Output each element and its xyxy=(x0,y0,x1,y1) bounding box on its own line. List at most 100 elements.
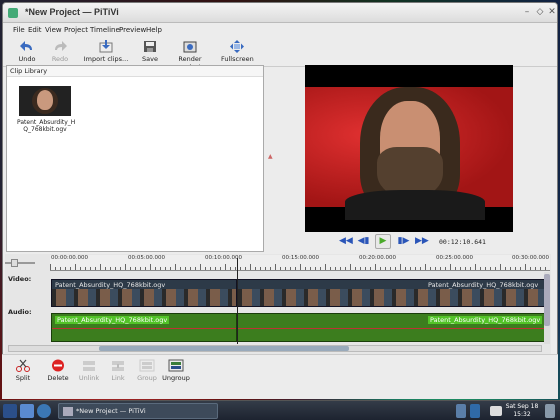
ruler-minor-tick xyxy=(295,267,296,270)
taskbar: *New Project — PiTiVi Sat Sep 18 15:32 xyxy=(0,400,560,420)
unlink-icon xyxy=(81,359,97,372)
ruler-minor-tick xyxy=(85,267,86,270)
delete-icon xyxy=(50,359,66,372)
unlink-label: Unlink xyxy=(78,374,100,382)
ruler-minor-tick xyxy=(520,267,521,270)
playhead[interactable] xyxy=(237,258,238,344)
library-clip[interactable]: Patent_Absurdity_H Q_768kbit.ogv xyxy=(17,86,76,133)
ruler-minor-tick xyxy=(110,267,111,270)
ruler-minor-tick xyxy=(245,267,246,270)
undo-label: Undo xyxy=(18,55,36,63)
audio-clip[interactable]: Patent_Absurdity_HQ_768kbit.ogv xyxy=(237,313,547,342)
ruler-tick-label: 00:25:00.000 xyxy=(436,255,473,261)
ruler-minor-tick xyxy=(445,267,446,270)
step-back-icon[interactable]: ◀▮ xyxy=(357,235,370,248)
taskbar-window-button[interactable]: *New Project — PiTiVi xyxy=(58,403,218,419)
menu-bar: File Edit View Project Timeline Preview … xyxy=(3,24,557,37)
ruler-minor-tick xyxy=(50,264,51,270)
ruler-minor-tick xyxy=(230,267,231,270)
fast-forward-icon[interactable]: ▶▶ xyxy=(415,235,429,248)
ruler-minor-tick xyxy=(385,267,386,270)
ruler-minor-tick xyxy=(400,264,401,270)
menu-project[interactable]: Project xyxy=(64,26,88,34)
fullscreen-button[interactable]: Fullscreen xyxy=(221,40,254,63)
video-clip[interactable]: Patent_Absurdity_HQ_768kbit.ogv xyxy=(237,279,547,307)
import-clips-label: Import clips... xyxy=(83,55,129,63)
fullscreen-icon xyxy=(229,40,245,53)
clip-name: Patent_Absurdity_H Q_768kbit.ogv xyxy=(17,119,76,133)
audio-clip[interactable]: Patent_Absurdity_HQ_768kbit.ogv xyxy=(51,313,237,342)
ruler-minor-tick xyxy=(75,264,76,270)
menu-preview[interactable]: Preview xyxy=(119,26,146,34)
ruler-minor-tick xyxy=(495,267,496,270)
panel-toolbox-icon[interactable] xyxy=(545,404,555,418)
ruler-minor-tick xyxy=(380,267,381,270)
close-icon[interactable]: ✕ xyxy=(546,6,557,18)
play-icon[interactable]: ▶ xyxy=(375,234,391,249)
zoom-slider-knob[interactable] xyxy=(11,259,18,267)
track-labels: Video: Audio: xyxy=(5,272,50,342)
split-button[interactable]: Split xyxy=(12,359,34,382)
render-icon xyxy=(182,40,198,53)
ruler-minor-tick xyxy=(225,264,226,270)
taskbar-window-label: *New Project — PiTiVi xyxy=(76,407,146,415)
timeline-vertical-scrollbar[interactable] xyxy=(544,272,550,344)
ruler-minor-tick xyxy=(455,267,456,270)
ruler-minor-tick xyxy=(395,267,396,270)
audio-clip-label: Patent_Absurdity_HQ_768kbit.ogv xyxy=(428,316,543,324)
group-icon xyxy=(139,359,155,372)
maximize-icon[interactable]: ◇ xyxy=(534,6,546,18)
import-clips-button[interactable]: Import clips... xyxy=(83,40,129,63)
ruler-minor-tick xyxy=(210,267,211,270)
clip-library-panel: Clip Library Patent_Absurdity_H Q_768kbi… xyxy=(6,65,264,252)
ruler-minor-tick xyxy=(70,267,71,270)
menu-timeline[interactable]: Timeline xyxy=(90,26,120,34)
video-clip-label: Patent_Absurdity_HQ_768kbit.ogv xyxy=(428,281,539,289)
ruler-minor-tick xyxy=(305,267,306,270)
kde-menu-icon[interactable] xyxy=(3,404,17,418)
network-icon[interactable] xyxy=(456,404,466,418)
pane-divider-handle[interactable]: ▲ xyxy=(268,153,273,160)
clip-thumbnail xyxy=(19,86,71,116)
rewind-icon[interactable]: ◀◀ xyxy=(339,235,353,248)
ruler-minor-tick xyxy=(95,267,96,270)
redo-button[interactable]: Redo xyxy=(45,40,75,63)
ruler-minor-tick xyxy=(340,267,341,270)
timeline-horizontal-scrollbar[interactable] xyxy=(8,345,542,352)
ruler-minor-tick xyxy=(115,267,116,270)
ungroup-button[interactable]: Ungroup xyxy=(162,359,190,382)
menu-view[interactable]: View xyxy=(45,26,62,34)
unlink-button[interactable]: Unlink xyxy=(76,359,102,382)
undo-icon xyxy=(19,40,35,53)
group-button[interactable]: Group xyxy=(134,359,160,382)
link-button[interactable]: Link xyxy=(106,359,130,382)
clock[interactable]: Sat Sep 18 15:32 xyxy=(502,403,542,419)
video-clip[interactable]: Patent_Absurdity_HQ_768kbit.ogv xyxy=(51,279,237,307)
audio-track-label: Audio: xyxy=(8,308,32,316)
ruler-minor-tick xyxy=(240,267,241,270)
ruler-minor-tick xyxy=(255,267,256,270)
save-button[interactable]: Save xyxy=(137,40,163,63)
zoom-slider[interactable] xyxy=(5,259,35,267)
menu-file[interactable]: File xyxy=(13,26,25,34)
ruler-minor-tick xyxy=(540,267,541,270)
ruler-tick-label: 00:05:00.000 xyxy=(128,255,165,261)
ruler-minor-tick xyxy=(205,267,206,270)
ruler-minor-tick xyxy=(515,267,516,270)
minimize-icon[interactable]: – xyxy=(521,6,533,18)
step-forward-icon[interactable]: ▮▶ xyxy=(397,235,410,248)
home-folder-icon[interactable] xyxy=(20,404,34,418)
menu-edit[interactable]: Edit xyxy=(28,26,42,34)
window-icon xyxy=(63,407,73,416)
ruler-tick-label: 00:15:00.000 xyxy=(282,255,319,261)
browser-icon[interactable] xyxy=(37,404,51,418)
timeline-ruler[interactable]: 00:00:00.000 00:05:00.000 00:10:00.000 0… xyxy=(50,255,550,271)
undo-button[interactable]: Undo xyxy=(12,40,42,63)
ruler-minor-tick xyxy=(105,267,106,270)
menu-help[interactable]: Help xyxy=(146,26,162,34)
mail-icon[interactable] xyxy=(490,406,502,416)
updates-icon[interactable] xyxy=(470,404,480,418)
delete-button[interactable]: Delete xyxy=(46,359,70,382)
ruler-minor-tick xyxy=(215,267,216,270)
ruler-minor-tick xyxy=(55,267,56,270)
